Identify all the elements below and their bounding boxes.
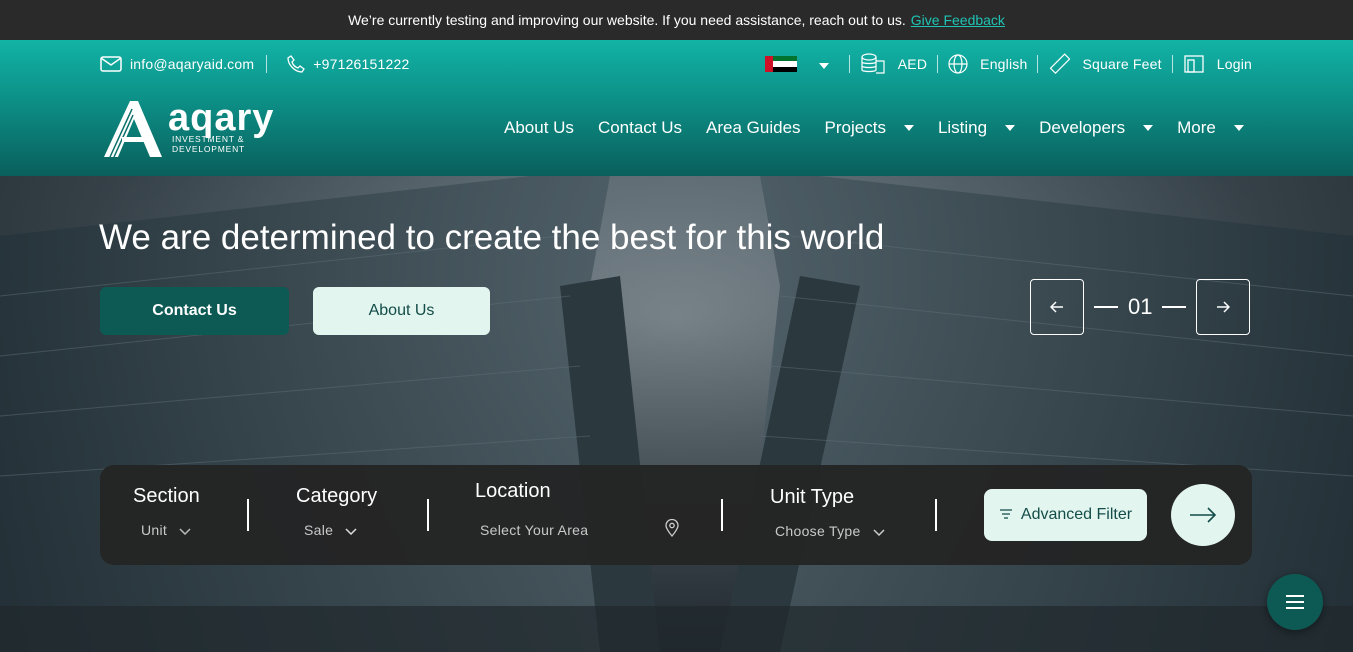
next-slide-button[interactable] — [1196, 279, 1251, 335]
dash-right — [1162, 306, 1187, 308]
unit-text: Square Feet — [1082, 56, 1162, 72]
divider — [935, 499, 937, 531]
location-input[interactable]: Select Your Area — [480, 522, 588, 538]
hero-section: We are determined to create the best for… — [0, 176, 1353, 652]
chevron-down-icon — [873, 523, 885, 539]
unit-type-dropdown[interactable]: Unit Type Choose Type — [770, 486, 885, 539]
category-label: Category — [296, 485, 378, 507]
hero-headline: We are determined to create the best for… — [99, 218, 885, 257]
prev-slide-button[interactable] — [1030, 279, 1084, 335]
filter-icon — [999, 506, 1013, 524]
unit-type-label: Unit Type — [770, 486, 855, 508]
currency-icon — [860, 53, 886, 75]
chevron-down-icon — [345, 522, 357, 538]
login-button[interactable]: Login — [1183, 54, 1252, 74]
divider — [721, 499, 723, 531]
logo-sub-2: DEVELOPMENT — [172, 144, 246, 154]
floating-menu-button[interactable] — [1267, 574, 1323, 630]
login-text: Login — [1216, 56, 1252, 72]
section-dropdown[interactable]: Section Unit — [133, 485, 200, 538]
nav-contact-us[interactable]: Contact Us — [598, 118, 682, 138]
nav-area-guides[interactable]: Area Guides — [706, 118, 801, 138]
search-submit-button[interactable] — [1171, 484, 1235, 546]
announcement-bar: We’re currently testing and improving ou… — [0, 0, 1353, 40]
top-info-bar: info@aqaryaid.com +97126151222 AED Engli… — [100, 52, 1252, 76]
advanced-filter-label: Advanced Filter — [1020, 506, 1133, 523]
caret-down-icon — [1005, 125, 1016, 131]
logo-mark-icon — [104, 101, 162, 158]
section-label: Section — [133, 485, 200, 507]
divider — [848, 55, 850, 73]
uae-flag-icon — [764, 56, 797, 72]
divider — [1037, 55, 1039, 73]
divider — [427, 499, 429, 531]
globe-icon — [948, 54, 968, 74]
email-text: info@aqaryaid.com — [130, 56, 255, 72]
site-logo[interactable]: aqary INVESTMENT & DEVELOPMENT — [100, 95, 282, 161]
logo-brand: aqary — [168, 97, 275, 139]
nav-projects-label: Projects — [824, 118, 886, 137]
arrow-right-icon — [1217, 301, 1231, 313]
divider — [247, 499, 249, 531]
nav-more-label: More — [1177, 118, 1216, 137]
location-pin-icon — [664, 518, 680, 540]
caret-down-icon — [1233, 125, 1244, 131]
phone-link[interactable]: +97126151222 — [287, 55, 409, 73]
currency-selector[interactable]: AED — [860, 53, 927, 75]
dash-left — [1094, 306, 1118, 308]
language-text: English — [980, 56, 1028, 72]
login-icon — [1183, 54, 1205, 74]
currency-text: AED — [897, 56, 928, 72]
language-selector[interactable]: English — [948, 54, 1027, 74]
email-link[interactable]: info@aqaryaid.com — [100, 56, 254, 72]
hero-about-button[interactable]: About Us — [313, 287, 490, 335]
unit-type-value: Choose Type — [775, 523, 861, 539]
nav-about-us[interactable]: About Us — [504, 118, 574, 138]
category-dropdown[interactable]: Category Sale — [296, 485, 377, 538]
country-selector[interactable] — [764, 56, 829, 72]
main-nav: About Us Contact Us Area Guides Projects… — [504, 118, 1268, 138]
announcement-text: We’re currently testing and improving ou… — [348, 12, 906, 28]
nav-listing[interactable]: Listing — [937, 118, 1016, 138]
category-value: Sale — [304, 522, 334, 538]
slide-controls: 01 — [1030, 279, 1251, 335]
nav-developers[interactable]: Developers — [1039, 118, 1154, 138]
ruler-icon — [1048, 53, 1071, 75]
mail-icon — [100, 56, 122, 72]
caret-down-icon — [903, 125, 914, 131]
slide-number: 01 — [1128, 294, 1153, 319]
advanced-filter-button[interactable]: Advanced Filter — [984, 489, 1147, 541]
divider — [1171, 55, 1173, 73]
nav-listing-label: Listing — [937, 118, 988, 137]
location-label: Location — [475, 480, 551, 502]
caret-down-icon — [1143, 125, 1154, 131]
section-value: Unit — [141, 522, 168, 538]
arrow-left-icon — [1050, 301, 1063, 313]
phone-icon — [287, 55, 306, 73]
unit-selector[interactable]: Square Feet — [1048, 53, 1162, 75]
chevron-down-icon — [179, 522, 191, 538]
menu-icon — [1286, 595, 1304, 609]
chevron-down-icon — [818, 56, 829, 72]
divider — [937, 55, 939, 73]
phone-text: +97126151222 — [313, 56, 410, 72]
give-feedback-link[interactable]: Give Feedback — [911, 12, 1005, 28]
nav-developers-label: Developers — [1039, 118, 1126, 137]
site-header: info@aqaryaid.com +97126151222 AED Engli… — [0, 40, 1353, 176]
location-field[interactable]: Location Select Your Area — [475, 480, 680, 540]
nav-projects[interactable]: Projects — [825, 118, 914, 138]
divider — [266, 55, 268, 73]
nav-more[interactable]: More — [1177, 118, 1244, 138]
hero-contact-button[interactable]: Contact Us — [100, 287, 289, 335]
property-search-panel: Section Unit Category Sale Location Sele… — [100, 465, 1252, 565]
arrow-right-icon — [1190, 507, 1217, 523]
